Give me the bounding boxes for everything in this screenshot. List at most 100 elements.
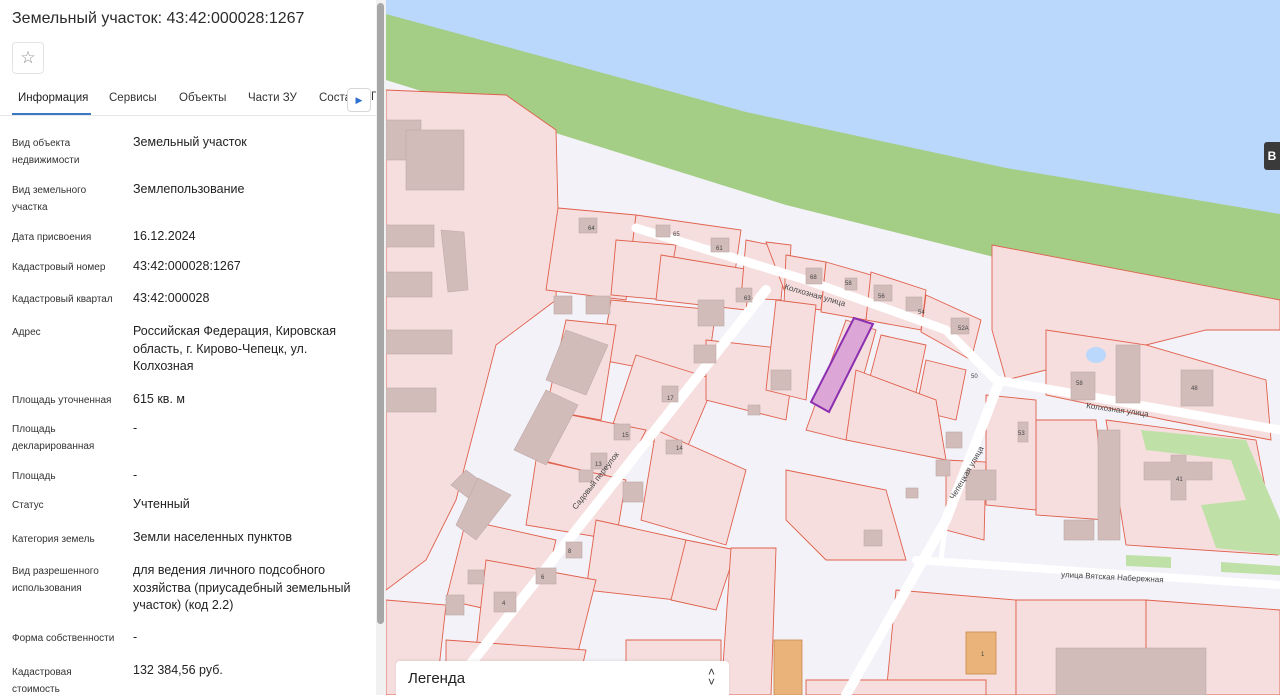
- building: [693, 344, 717, 364]
- row-label-land-category: Категория земель: [12, 534, 95, 545]
- building: [445, 594, 465, 616]
- row-value-area: -: [133, 468, 138, 482]
- map-side-panel-button[interactable]: В: [1264, 142, 1280, 170]
- row-label-ownership-form: Форма собственности: [12, 633, 115, 644]
- building: [386, 271, 433, 298]
- row-label-cadastral-value: Кадастровая стоимость: [12, 667, 72, 695]
- building: [1055, 647, 1207, 695]
- cadastral-parcel[interactable]: [805, 679, 987, 695]
- building: [1070, 371, 1096, 401]
- house-number: 65: [673, 232, 680, 238]
- star-outline-icon: ☆: [20, 48, 36, 67]
- row-label-object-type: Вид объекта недвижимости: [12, 138, 80, 166]
- green-space: [1221, 562, 1280, 575]
- row-value-cadastral-value: 132 384,56 руб.: [133, 663, 223, 677]
- tab-bar: Информация Сервисы Объекты Части ЗУ Сост…: [0, 83, 376, 116]
- row-value-object-type: Земельный участок: [133, 135, 247, 149]
- house-number: 61: [716, 246, 723, 252]
- row-label-land-type: Вид земельного участка: [12, 185, 87, 213]
- building: [405, 129, 465, 191]
- house-number: 50: [971, 374, 978, 380]
- orange-building: [773, 639, 803, 695]
- house-number: 54: [918, 310, 925, 316]
- row-label-status: Статус: [12, 500, 44, 511]
- building: [622, 481, 644, 503]
- row-label-area: Площадь: [12, 471, 56, 482]
- building: [535, 567, 557, 585]
- row-label-cadastral-quarter: Кадастровый квартал: [12, 294, 113, 305]
- building: [945, 431, 963, 449]
- building: [1115, 344, 1141, 404]
- cadastral-parcel[interactable]: [785, 469, 907, 561]
- map-canvas[interactable]: Колхозная улица Колхозная улица Садовый …: [386, 0, 1280, 695]
- cadastral-parcel[interactable]: [720, 547, 777, 695]
- building: [863, 529, 883, 547]
- row-label-cadastral-number: Кадастровый номер: [12, 262, 106, 273]
- tabs-scroll-right-button[interactable]: ▶: [347, 88, 371, 112]
- active-tab-indicator: [12, 113, 91, 115]
- row-value-area-specified: 615 кв. м: [133, 392, 185, 406]
- cadastral-parcel[interactable]: [585, 519, 687, 601]
- building: [1097, 429, 1121, 541]
- house-number: 17: [667, 396, 674, 402]
- house-number: 63: [744, 296, 751, 302]
- building: [770, 369, 792, 391]
- cadastral-parcel[interactable]: [885, 589, 1017, 695]
- chevron-up-down-icon[interactable]: ˄ ˅: [708, 666, 715, 688]
- cadastral-map[interactable]: Колхозная улица Колхозная улица Садовый …: [386, 0, 1280, 695]
- building: [386, 387, 437, 413]
- row-value-cadastral-quarter: 43:42:000028: [133, 291, 210, 305]
- panel-scrollbar-thumb[interactable]: [377, 3, 384, 624]
- house-number: 58: [1076, 381, 1083, 387]
- row-value-assign-date: 16.12.2024: [133, 229, 196, 243]
- building: [697, 299, 725, 327]
- building: [467, 569, 485, 585]
- house-number: 41: [1176, 477, 1183, 483]
- cadastral-parcel[interactable]: [640, 429, 747, 546]
- row-label-address: Адрес: [12, 327, 41, 338]
- row-value-permitted-use: для ведения личного подсобного хозяйства…: [133, 563, 351, 612]
- house-number: 52А: [958, 326, 969, 332]
- house-number: 13: [595, 462, 602, 468]
- building: [935, 459, 951, 477]
- row-label-area-declared: Площадь декларированная: [12, 424, 95, 452]
- building: [655, 224, 671, 238]
- tab-services[interactable]: Сервисы: [109, 92, 157, 104]
- building: [905, 296, 923, 312]
- building: [386, 224, 435, 248]
- building: [553, 295, 573, 315]
- house-number: 64: [588, 226, 595, 232]
- row-value-area-declared: -: [133, 421, 138, 435]
- row-value-status: Учтенный: [133, 497, 190, 511]
- building: [386, 329, 453, 355]
- panel-title: Земельный участок: 43:42:000028:1267: [12, 10, 305, 27]
- favorite-button[interactable]: ☆: [12, 42, 44, 74]
- row-label-area-specified: Площадь уточненная: [12, 395, 112, 406]
- tab-information[interactable]: Информация: [18, 92, 88, 104]
- house-number: 53: [1018, 431, 1025, 437]
- row-label-permitted-use: Вид разрешенного использования: [12, 566, 99, 594]
- row-value-cadastral-number: 43:42:000028:1267: [133, 259, 241, 273]
- house-number: 15: [622, 433, 629, 439]
- building: [747, 404, 761, 416]
- tab-parcel-parts[interactable]: Части ЗУ: [248, 92, 297, 104]
- house-number: 58: [845, 281, 852, 287]
- chevron-right-icon: ▶: [355, 94, 363, 105]
- building: [585, 295, 611, 315]
- legend-bar[interactable]: Легенда ˄ ˅: [396, 661, 729, 695]
- building: [905, 487, 919, 499]
- row-value-land-category: Земли населенных пунктов: [133, 530, 292, 544]
- building: [1063, 519, 1095, 541]
- house-number: 48: [1191, 386, 1198, 392]
- house-number: 56: [878, 294, 885, 300]
- tab-objects[interactable]: Объекты: [179, 92, 226, 104]
- house-number: 68: [810, 275, 817, 281]
- legend-label: Легенда: [408, 670, 466, 687]
- object-info-panel: Земельный участок: 43:42:000028:1267 ☆ И…: [0, 0, 386, 695]
- pond: [1086, 347, 1106, 363]
- green-space: [1126, 555, 1171, 568]
- row-value-address: Российская Федерация, Кировская область,…: [133, 324, 336, 373]
- cadastral-parcel[interactable]: [1035, 419, 1107, 521]
- house-number: 14: [676, 446, 683, 452]
- row-value-ownership-form: -: [133, 630, 138, 644]
